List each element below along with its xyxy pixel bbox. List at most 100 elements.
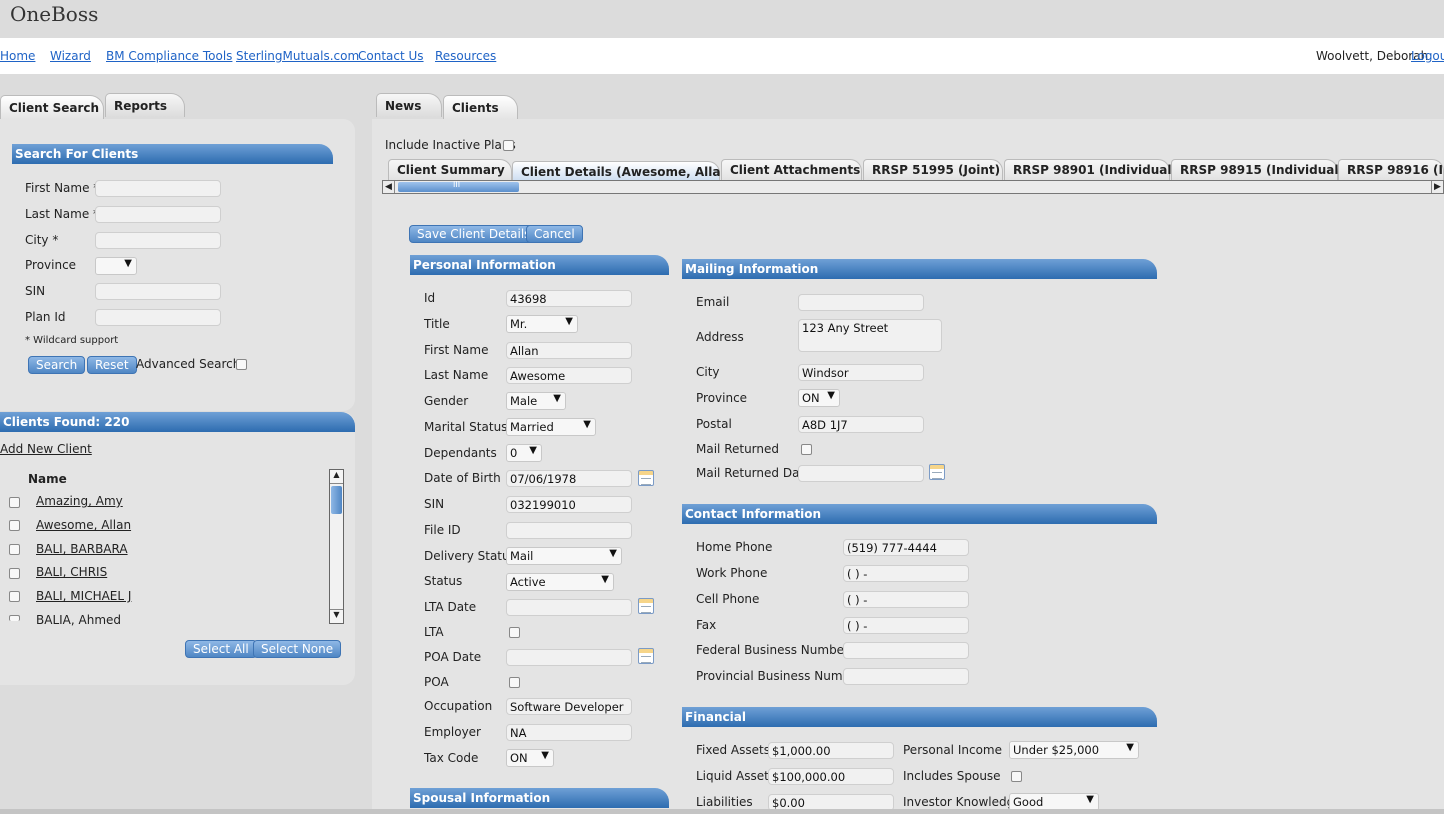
liquid-assets-field[interactable]: $100,000.00 (768, 768, 894, 785)
first-name-field[interactable]: Allan (506, 342, 632, 359)
subtab-client-attachments[interactable]: Client Attachments (721, 159, 862, 180)
client-checkbox[interactable] (9, 497, 20, 508)
tab-clients[interactable]: Clients (443, 95, 518, 119)
employer-field[interactable]: NA (506, 724, 632, 741)
tab-reports[interactable]: Reports (105, 93, 185, 117)
client-checkbox[interactable] (9, 568, 20, 579)
address-textarea[interactable]: 123 Any Street (798, 319, 942, 352)
search-province-select[interactable]: ▼ (95, 257, 137, 275)
tab-news[interactable]: News (376, 93, 442, 117)
occupation-field[interactable]: Software Developer (506, 698, 632, 715)
includes-spouse-checkbox[interactable] (1011, 771, 1022, 782)
dependants-select[interactable]: 0 ▼ (506, 444, 542, 462)
client-checkbox[interactable] (9, 544, 20, 555)
client-link-bali-michael[interactable]: BALI, MICHAEL J (36, 589, 131, 603)
nav-resources-link[interactable]: Resources (435, 49, 496, 63)
client-link-bali-chris[interactable]: BALI, CHRIS (36, 565, 107, 579)
sin-field[interactable]: 032199010 (506, 496, 632, 513)
subtab-rrsp-98916[interactable]: RRSP 98916 (Indiv (1338, 159, 1444, 180)
fixed-assets-field[interactable]: $1,000.00 (768, 742, 894, 759)
mail-returned-date-field[interactable] (798, 465, 924, 482)
federal-business-number-field[interactable] (843, 642, 969, 659)
personal-income-select[interactable]: Under $25,000 ▼ (1009, 741, 1139, 759)
fax-field[interactable]: ( ) - (843, 617, 969, 634)
calendar-icon[interactable] (638, 598, 654, 614)
marital-status-label: Marital Status (424, 420, 508, 434)
dob-field[interactable]: 07/06/1978 (506, 470, 632, 487)
mailing-city-field[interactable]: Windsor (798, 364, 924, 381)
nav-compliance-link[interactable]: BM Compliance Tools (106, 49, 232, 63)
home-phone-field[interactable]: (519) 777-4444 (843, 539, 969, 556)
lta-date-field[interactable] (506, 599, 632, 616)
include-inactive-checkbox[interactable] (503, 140, 514, 151)
provincial-business-number-field[interactable] (843, 668, 969, 685)
client-link-balia-ahmed[interactable]: BALIA, Ahmed (36, 613, 121, 627)
scroll-down-icon[interactable]: ▼ (330, 609, 343, 623)
subtab-rrsp-98915[interactable]: RRSP 98915 (Individual) (1171, 159, 1344, 180)
lta-checkbox[interactable] (509, 627, 520, 638)
search-sin-input[interactable] (95, 283, 221, 300)
subtab-client-summary[interactable]: Client Summary (388, 159, 512, 180)
scroll-right-icon[interactable]: ▶ (1431, 181, 1443, 193)
title-bar: OneBoss (0, 0, 1444, 38)
postal-field[interactable]: A8D 1J7 (798, 416, 924, 433)
file-id-field[interactable] (506, 522, 632, 539)
client-checkbox[interactable] (9, 591, 20, 602)
marital-status-select[interactable]: Married ▼ (506, 418, 596, 436)
id-field[interactable]: 43698 (506, 290, 632, 307)
nav-wizard-link[interactable]: Wizard (50, 49, 91, 63)
select-all-button[interactable]: Select All (185, 640, 257, 658)
add-new-client-link[interactable]: Add New Client (0, 442, 92, 456)
nav-sterling-link[interactable]: SterlingMutuals.com (236, 49, 359, 63)
search-button[interactable]: Search (28, 356, 86, 374)
client-list-scrollbar[interactable]: ▲ ▼ (329, 469, 344, 624)
title-select[interactable]: Mr. ▼ (506, 315, 578, 333)
mail-returned-checkbox[interactable] (801, 444, 812, 455)
email-field[interactable] (798, 294, 924, 311)
cancel-button[interactable]: Cancel (526, 225, 583, 243)
subtab-scroll-thumb[interactable]: III (398, 180, 519, 192)
calendar-icon[interactable] (929, 464, 945, 480)
chevron-down-icon: ▼ (827, 390, 835, 401)
id-label: Id (424, 291, 436, 305)
client-link-amazing-amy[interactable]: Amazing, Amy (36, 494, 123, 508)
subtab-rrsp-51995[interactable]: RRSP 51995 (Joint) (863, 159, 1003, 180)
client-checkbox[interactable] (9, 615, 20, 621)
poa-date-field[interactable] (506, 649, 632, 666)
scroll-up-icon[interactable]: ▲ (330, 470, 343, 484)
advanced-search-checkbox[interactable] (236, 359, 247, 370)
client-link-bali-barbara[interactable]: BALI, BARBARA (36, 542, 128, 556)
status-select[interactable]: Active ▼ (506, 573, 614, 591)
cell-phone-field[interactable]: ( ) - (843, 591, 969, 608)
mail-returned-date-label: Mail Returned Date (696, 466, 812, 480)
last-name-field[interactable]: Awesome (506, 367, 632, 384)
select-none-button[interactable]: Select None (253, 640, 342, 658)
client-checkbox[interactable] (9, 520, 20, 531)
dependants-value: 0 (510, 446, 518, 460)
nav-contact-link[interactable]: Contact Us (358, 49, 424, 63)
work-phone-field[interactable]: ( ) - (843, 565, 969, 582)
subtab-scrollbar[interactable]: ◀ III ▶ (382, 180, 1444, 194)
nav-home-link[interactable]: Home (0, 49, 35, 63)
employer-label: Employer (424, 725, 481, 739)
subtab-client-details[interactable]: Client Details (Awesome, Allan) (512, 161, 735, 182)
scroll-thumb[interactable] (331, 486, 342, 514)
reset-button[interactable]: Reset (87, 356, 137, 374)
tax-code-select[interactable]: ON ▼ (506, 749, 554, 767)
poa-checkbox[interactable] (509, 677, 520, 688)
mailing-province-select[interactable]: ON ▼ (798, 389, 840, 407)
delivery-status-select[interactable]: Mail ▼ (506, 547, 622, 565)
search-plan-id-input[interactable] (95, 309, 221, 326)
calendar-icon[interactable] (638, 470, 654, 486)
save-client-details-button[interactable]: Save Client Details (409, 225, 539, 243)
gender-select[interactable]: Male ▼ (506, 392, 566, 410)
search-last-name-input[interactable] (95, 206, 221, 223)
tab-client-search[interactable]: Client Search (0, 95, 104, 119)
search-city-input[interactable] (95, 232, 221, 249)
calendar-icon[interactable] (638, 648, 654, 664)
search-first-name-input[interactable] (95, 180, 221, 197)
subtab-rrsp-98901[interactable]: RRSP 98901 (Individual) (1004, 159, 1177, 180)
scroll-left-icon[interactable]: ◀ (383, 181, 395, 193)
client-link-awesome-allan[interactable]: Awesome, Allan (36, 518, 131, 532)
logout-link[interactable]: Logout (1411, 49, 1444, 63)
